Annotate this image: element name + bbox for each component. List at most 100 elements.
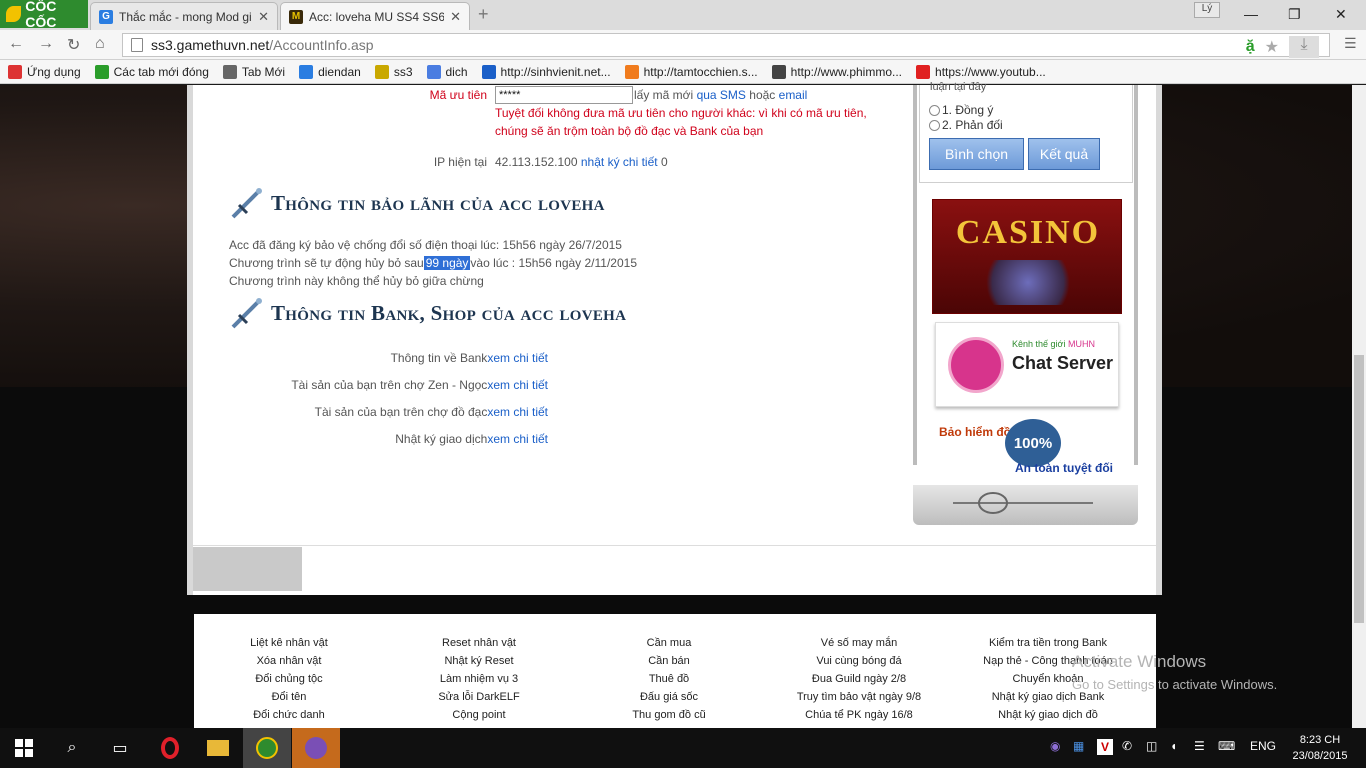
translate-icon[interactable]: ặ xyxy=(1246,38,1255,56)
footer-link[interactable]: Reset nhân vật xyxy=(419,634,539,652)
footer-link[interactable]: Xóa nhân vật xyxy=(234,652,344,670)
footer-link[interactable]: Cần mua xyxy=(614,634,724,652)
footer-link[interactable]: Đổi chức danh xyxy=(234,706,344,724)
bookmarks-bar: Ứng dụng Các tab mới đóng Tab Mới diendan ss… xyxy=(0,60,1366,84)
coccoc-leaf-icon xyxy=(6,6,22,22)
priority-code-field[interactable]: ***** xyxy=(495,86,633,104)
opera-icon[interactable] xyxy=(146,728,194,768)
viber-taskbar-icon[interactable] xyxy=(292,728,340,768)
footer-menu: Liệt kê nhân vật Xóa nhân vật Đổi chủng … xyxy=(194,614,1156,728)
close-window-icon[interactable]: ✕ xyxy=(1335,6,1347,23)
network-tray-icon[interactable]: ▦ xyxy=(1073,739,1084,753)
chat-server-banner[interactable]: Kênh thế giới MUHN Chat Server xyxy=(935,322,1119,407)
footer-link[interactable]: Nhật ký giao dịch đồ xyxy=(968,706,1128,724)
footer-link[interactable]: Đấu giá sốc xyxy=(614,688,724,706)
task-view-icon[interactable]: ▭ xyxy=(96,728,144,768)
footer-link[interactable]: Vui cùng bóng đá xyxy=(779,652,939,670)
notification-icon[interactable]: ☰ xyxy=(1194,739,1205,753)
view-detail-link[interactable]: xem chi tiết xyxy=(487,351,548,365)
footer-link[interactable]: Chúa tể PK ngày 16/8 xyxy=(779,706,939,724)
footer-link[interactable]: Liệt kê nhân vật xyxy=(234,634,344,652)
menu-icon[interactable]: ☰ xyxy=(1344,35,1357,52)
view-detail-link[interactable]: xem chi tiết xyxy=(487,405,548,419)
radio-icon[interactable] xyxy=(929,119,940,131)
radio-icon[interactable] xyxy=(929,104,940,116)
footer-link[interactable]: Vé số may mắn xyxy=(779,634,939,652)
poll-option-1[interactable]: 1. Đồng ý xyxy=(929,103,993,117)
bookmark-item[interactable]: https://www.youtub... xyxy=(916,64,1046,79)
guarantee-line-3: Chương trình này không thể hủy bỏ giữa c… xyxy=(229,274,484,288)
tab-thac-mac[interactable]: G Thắc mắc - mong Mod giú ✕ xyxy=(90,2,278,30)
footer-link[interactable]: Đua Guild ngày 2/8 xyxy=(779,670,939,688)
casino-banner[interactable]: CASINO xyxy=(932,199,1122,314)
tab-title: Acc: loveha MU SS4 SS6 S xyxy=(309,9,445,24)
result-button[interactable]: Kết quả xyxy=(1028,138,1100,170)
footer-link[interactable]: Truy tìm bảo vật ngày 9/8 xyxy=(779,688,939,706)
viber-tray-icon[interactable]: ◉ xyxy=(1050,739,1060,753)
restore-icon[interactable]: ❐ xyxy=(1288,6,1301,23)
back-icon[interactable]: ← xyxy=(8,35,24,53)
bookmark-item[interactable]: Tab Mới xyxy=(222,64,285,79)
via-sms-link[interactable]: qua SMS xyxy=(697,88,746,102)
bookmark-item[interactable]: dich xyxy=(426,64,468,79)
footer-link[interactable]: Kiểm tra tiền trong Bank xyxy=(968,634,1128,652)
input-method-icon[interactable]: ✆ xyxy=(1122,739,1132,753)
forward-icon[interactable]: → xyxy=(38,35,54,53)
volume-icon[interactable]: ◖ xyxy=(1170,739,1177,753)
bookmark-label: http://sinhvienit.net... xyxy=(500,64,611,79)
bookmark-item[interactable]: Các tab mới đóng xyxy=(94,64,209,79)
email-link[interactable]: email xyxy=(779,88,808,102)
home-icon[interactable]: ⌂ xyxy=(95,35,105,53)
clock-time: 8:23 CH xyxy=(1299,734,1341,746)
activate-windows-title: Activate Windows xyxy=(1072,652,1207,671)
view-detail-link[interactable]: xem chi tiết xyxy=(487,378,548,392)
bookmark-item[interactable]: ss3 xyxy=(374,64,413,79)
bookmark-item[interactable]: http://www.phimmo... xyxy=(771,64,902,79)
system-clock[interactable]: 8:23 CH 23/08/2015 xyxy=(1290,732,1350,764)
close-tab-icon[interactable]: ✕ xyxy=(450,9,461,25)
star-icon[interactable]: ★ xyxy=(1265,37,1279,57)
language-indicator[interactable]: ENG xyxy=(1250,739,1276,753)
footer-link[interactable]: Sửa lỗi DarkELF xyxy=(419,688,539,706)
bankshop-row-log: Nhật ký giao dịchxem chi tiết xyxy=(395,432,548,446)
vietkey-tray-icon[interactable]: V xyxy=(1097,739,1113,755)
insurance-badge[interactable]: Bảo hiểm đồ 100% An toàn tuyệt đối xyxy=(935,415,1119,485)
coccoc-taskbar-icon[interactable] xyxy=(243,728,291,768)
reload-icon[interactable]: ↻ xyxy=(67,35,80,55)
new-tab-icon[interactable]: + xyxy=(478,4,489,25)
vote-button[interactable]: Bình chọn xyxy=(929,138,1024,170)
wifi-icon[interactable]: ◫ xyxy=(1146,739,1157,753)
url-input[interactable]: ss3.gamethuvn.net/AccountInfo.asp ặ ★ ⤓ xyxy=(122,33,1330,58)
bookmark-favicon-icon xyxy=(624,64,639,79)
tab-account[interactable]: M Acc: loveha MU SS4 SS6 S ✕ xyxy=(280,2,470,30)
scrollbar-thumb[interactable] xyxy=(1354,355,1364,623)
file-explorer-icon[interactable] xyxy=(194,728,242,768)
bookmark-item[interactable]: http://tamtocchien.s... xyxy=(624,64,758,79)
profile-badge[interactable]: Lý xyxy=(1194,2,1220,18)
bookmark-item[interactable]: http://sinhvienit.net... xyxy=(481,64,611,79)
keyboard-icon[interactable]: ⌨ xyxy=(1218,739,1235,753)
ip-log-link[interactable]: nhật ký chi tiết xyxy=(581,155,658,169)
coccoc-logo[interactable]: CỐC CỐC xyxy=(0,0,88,30)
bookmark-item[interactable]: diendan xyxy=(299,64,361,79)
minimize-icon[interactable]: — xyxy=(1244,6,1258,22)
close-tab-icon[interactable]: ✕ xyxy=(258,9,269,25)
footer-link[interactable]: Cộng point xyxy=(419,706,539,724)
view-detail-link[interactable]: xem chi tiết xyxy=(487,432,548,446)
guarantee-line-2: Chương trình sẽ tự động hủy bỏ sau 99 ngà… xyxy=(229,256,637,270)
footer-link[interactable]: Làm nhiệm vụ 3 xyxy=(419,670,539,688)
start-icon[interactable] xyxy=(0,728,48,768)
footer-link[interactable]: Thu gom đồ cũ xyxy=(614,706,724,724)
address-toolbar: ← → ↻ ⌂ ss3.gamethuvn.net/AccountInfo.as… xyxy=(0,30,1366,60)
bookmark-item[interactable]: Ứng dụng xyxy=(8,64,81,79)
footer-link[interactable]: Đổi tên xyxy=(234,688,344,706)
search-icon[interactable]: ⌕ xyxy=(48,728,96,768)
footer-link[interactable]: Đổi chủng tộc xyxy=(234,670,344,688)
footer-link[interactable]: Thuê đồ xyxy=(614,670,724,688)
footer-block xyxy=(193,547,302,591)
footer-link[interactable]: Nhật ký Reset xyxy=(419,652,539,670)
bankshop-row-label: Tài sản của bạn trên chợ đồ đạc xyxy=(314,405,488,419)
poll-option-2[interactable]: 2. Phản đối xyxy=(929,118,1003,132)
download-icon[interactable]: ⤓ xyxy=(1289,36,1319,58)
footer-link[interactable]: Cần bán xyxy=(614,652,724,670)
